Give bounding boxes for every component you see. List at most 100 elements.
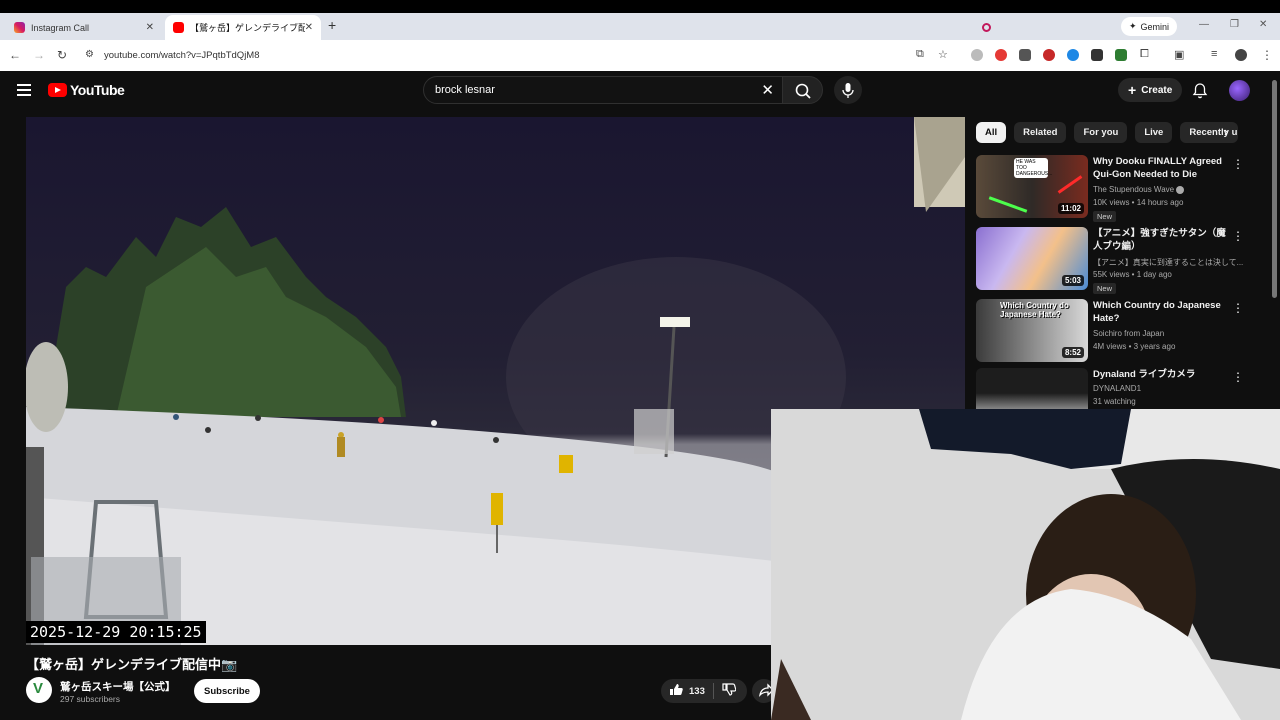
webcam-feed: [771, 409, 1280, 720]
extension-icon[interactable]: [1067, 49, 1079, 61]
chevron-right-icon[interactable]: ›: [1224, 124, 1228, 139]
close-tab-icon[interactable]: ✕: [305, 22, 313, 33]
tab-label: Instagram Call: [31, 22, 90, 33]
new-tab-button[interactable]: +: [328, 17, 336, 33]
more-options-icon[interactable]: ⋮: [1232, 301, 1244, 315]
address-bar[interactable]: youtube.com/watch?v=JPqtbTdQjM8: [104, 50, 260, 61]
channel-name[interactable]: 【アニメ】真実に到達することは決して...: [1093, 257, 1243, 268]
logo-text: YouTube: [70, 82, 125, 98]
window-close-icon[interactable]: ✕: [1259, 19, 1267, 30]
more-options-icon[interactable]: ⋮: [1232, 370, 1244, 384]
chip-for-you[interactable]: For you: [1074, 122, 1128, 143]
site-info-icon[interactable]: ⚙: [85, 49, 94, 60]
thumbs-up-icon: [670, 684, 683, 695]
profile-avatar-icon[interactable]: [1235, 49, 1247, 61]
video-duration: 11:02: [1057, 203, 1084, 214]
video-thumbnail[interactable]: 5:03: [976, 227, 1088, 290]
search-input[interactable]: brock lesnar ✕: [423, 76, 783, 104]
video-title[interactable]: Why Dooku FINALLY Agreed Qui-Gon Needed …: [1093, 155, 1233, 181]
forward-arrow-icon[interactable]: →: [33, 48, 45, 62]
gemini-label: Gemini: [1140, 21, 1170, 32]
video-duration: 5:03: [1061, 275, 1084, 286]
extension-k-icon[interactable]: [1115, 49, 1127, 61]
tab-youtube-live[interactable]: 【鷲ヶ岳】ゲレンデライブ配信中📷 ✕: [165, 15, 321, 40]
restore-icon[interactable]: ❐: [1230, 19, 1239, 30]
subscribe-button[interactable]: Subscribe: [194, 679, 260, 703]
os-top-strip: [0, 0, 1280, 13]
more-options-icon[interactable]: ⋮: [1232, 157, 1244, 171]
chip-all[interactable]: All: [976, 122, 1007, 143]
chip-recently-uploaded[interactable]: Recently up: [1180, 122, 1239, 143]
green-lightsaber: [988, 196, 1028, 213]
video-title[interactable]: 【アニメ】強すぎたサタン（魔人ブウ編）: [1093, 227, 1233, 253]
install-app-icon[interactable]: ⧉: [916, 48, 924, 61]
extensions-puzzle-icon[interactable]: ⧠: [1140, 48, 1149, 61]
recording-icon: [982, 23, 991, 32]
close-tab-icon[interactable]: ✕: [146, 22, 154, 33]
browser-toolbar: ← → ↻ ⚙ youtube.com/watch?v=JPqtbTdQjM8 …: [0, 40, 1280, 71]
gemini-button[interactable]: ✦ Gemini: [1121, 17, 1178, 36]
notifications-bell-icon[interactable]: [1192, 82, 1208, 104]
tab-search-icon[interactable]: ▣: [1174, 48, 1184, 61]
video-thumbnail[interactable]: HE WAS TOO DANGEROUS... 11:02: [976, 155, 1088, 218]
bookmark-star-icon[interactable]: ☆: [938, 48, 948, 61]
hamburger-menu-icon[interactable]: [17, 84, 31, 96]
like-button[interactable]: [669, 683, 683, 699]
video-meta: 31 watching: [1093, 397, 1136, 406]
like-count: 133: [689, 685, 705, 697]
video-meta: 4M views • 3 years ago: [1093, 342, 1176, 351]
account-avatar[interactable]: [1229, 80, 1250, 101]
video-timestamp-overlay: 2025-12-29 20:15:25: [26, 621, 206, 643]
channel-name[interactable]: The Stupendous Wave: [1093, 185, 1243, 194]
thumbnail-caption: HE WAS TOO DANGEROUS...: [1014, 158, 1053, 178]
channel-avatar[interactable]: [26, 677, 52, 703]
channel-name[interactable]: DYNALAND1: [1093, 384, 1243, 393]
browser-tab-strip: Instagram Call ✕ 【鷲ヶ岳】ゲレンデライブ配信中📷 ✕: [0, 13, 1280, 40]
youtube-play-icon: [48, 83, 67, 97]
search-button[interactable]: [782, 76, 823, 104]
extension-icon[interactable]: [1043, 49, 1055, 61]
video-duration: 8:52: [1061, 347, 1084, 358]
microphone-icon: [842, 83, 854, 98]
page-scrollbar[interactable]: [1272, 80, 1277, 298]
chip-related[interactable]: Related: [1014, 122, 1067, 143]
extension-abp-icon[interactable]: [995, 49, 1007, 61]
extension-icon[interactable]: [971, 49, 983, 61]
red-lightsaber: [1057, 175, 1083, 194]
chip-live[interactable]: Live: [1135, 122, 1173, 143]
youtube-favicon-icon: [173, 22, 184, 33]
channel-name[interactable]: 鷲ヶ岳スキー場【公式】: [60, 679, 176, 694]
back-arrow-icon[interactable]: ←: [9, 48, 21, 62]
minimize-icon[interactable]: —: [1199, 19, 1209, 30]
browser-menu-icon[interactable]: ⋮: [1261, 48, 1273, 62]
filter-chip-bar: All Related For you Live Recently up: [976, 122, 1239, 143]
extension-shield-icon[interactable]: [1091, 49, 1103, 61]
thumbnail-caption: Which Country do Japanese Hate?: [1000, 301, 1069, 319]
video-title[interactable]: Dynaland ライブカメラ: [1093, 368, 1233, 381]
extension-icon[interactable]: [1019, 49, 1031, 61]
more-options-icon[interactable]: ⋮: [1232, 229, 1244, 243]
dislike-button[interactable]: [722, 683, 737, 699]
video-thumbnail[interactable]: Which Country do Japanese Hate? 8:52: [976, 299, 1088, 362]
list-item[interactable]: 5:03 【アニメ】強すぎたサタン（魔人ブウ編） 【アニメ】真実に到達することは…: [976, 227, 1266, 294]
youtube-logo[interactable]: YouTube: [48, 82, 125, 98]
list-item[interactable]: HE WAS TOO DANGEROUS... 11:02 Why Dooku …: [976, 155, 1266, 222]
plus-icon: +: [1128, 82, 1137, 98]
create-button[interactable]: + Create: [1118, 78, 1183, 102]
channel-name[interactable]: Soichiro from Japan: [1093, 329, 1243, 338]
gemini-sparkle-icon: ✦: [1129, 21, 1137, 31]
search-icon: [795, 83, 811, 99]
voice-search-button[interactable]: [834, 76, 862, 104]
youtube-header: YouTube brock lesnar ✕ + Create: [0, 71, 1280, 111]
reading-list-icon[interactable]: ≡: [1211, 48, 1217, 60]
list-item[interactable]: Which Country do Japanese Hate? 8:52 Whi…: [976, 299, 1266, 363]
tab-instagram-call[interactable]: Instagram Call ✕: [6, 15, 991, 40]
tab-label: 【鷲ヶ岳】ゲレンデライブ配信中📷: [190, 23, 305, 33]
reload-icon[interactable]: ↻: [57, 48, 67, 62]
clear-search-icon[interactable]: ✕: [761, 81, 774, 99]
search-query: brock lesnar: [435, 84, 495, 96]
video-title[interactable]: Which Country do Japanese Hate?: [1093, 299, 1233, 325]
thumbs-down-icon: [722, 683, 737, 696]
subscriber-count: 297 subscribers: [60, 694, 121, 704]
new-badge: New: [1093, 211, 1117, 222]
